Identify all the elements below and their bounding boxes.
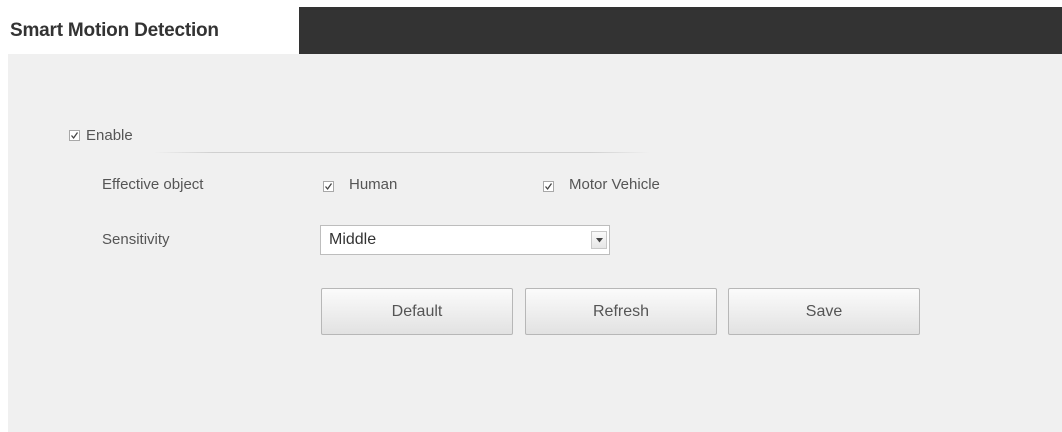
page-title: Smart Motion Detection xyxy=(8,7,299,54)
motor-vehicle-checkbox[interactable] xyxy=(543,181,554,192)
check-icon xyxy=(545,183,553,191)
check-icon xyxy=(325,183,333,191)
triangle-down-icon[interactable] xyxy=(591,231,607,249)
divider xyxy=(154,152,650,153)
save-button[interactable]: Save xyxy=(728,288,920,335)
refresh-button[interactable]: Refresh xyxy=(525,288,717,335)
enable-label: Enable xyxy=(86,127,133,144)
check-icon xyxy=(71,132,79,140)
human-label: Human xyxy=(349,176,398,193)
motor-vehicle-label: Motor Vehicle xyxy=(569,176,660,193)
sensitivity-label: Sensitivity xyxy=(102,231,170,248)
sensitivity-select[interactable]: Middle xyxy=(320,225,610,255)
human-checkbox[interactable] xyxy=(323,181,334,192)
default-button[interactable]: Default xyxy=(321,288,513,335)
settings-panel: Smart Motion Detection xyxy=(8,7,1062,432)
effective-object-label: Effective object xyxy=(102,176,204,193)
title-bar: Smart Motion Detection xyxy=(8,7,1062,54)
enable-checkbox[interactable] xyxy=(69,130,80,141)
sensitivity-value: Middle xyxy=(329,231,377,248)
